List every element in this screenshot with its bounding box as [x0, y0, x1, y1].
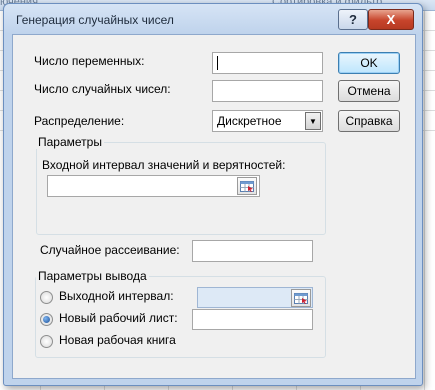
- input-range-select-button[interactable]: [237, 177, 257, 195]
- new-workbook-label[interactable]: Новая рабочая книга: [59, 333, 176, 347]
- ok-button[interactable]: OK: [338, 52, 400, 74]
- range-select-icon: [240, 180, 254, 192]
- new-worksheet-input[interactable]: [192, 309, 313, 330]
- output-range-select-button[interactable]: [291, 289, 311, 307]
- dialog-body: Число переменных: Число случайных чисел:…: [12, 34, 416, 379]
- text-cursor: [217, 56, 218, 70]
- distribution-label: Распределение:: [34, 114, 125, 128]
- titlebar-help-button[interactable]: ?: [338, 9, 368, 30]
- cancel-button[interactable]: Отмена: [338, 80, 400, 102]
- random-seed-label: Случайное рассеивание:: [40, 243, 180, 257]
- num-random-input[interactable]: [212, 80, 323, 102]
- titlebar-close-button[interactable]: X: [368, 9, 414, 30]
- random-number-generation-dialog: Генерация случайных чисел ? X Число пере…: [3, 3, 423, 386]
- grid-line: [424, 11, 425, 390]
- close-icon: X: [386, 12, 396, 27]
- dialog-title: Генерация случайных чисел: [16, 13, 174, 27]
- new-workbook-radio[interactable]: [40, 335, 53, 348]
- output-range-label[interactable]: Выходной интервал:: [59, 289, 174, 303]
- new-worksheet-label[interactable]: Новый рабочий лист:: [59, 311, 178, 325]
- help-button[interactable]: Справка: [338, 110, 400, 132]
- output-range-radio[interactable]: [40, 291, 53, 304]
- num-variables-label: Число переменных:: [34, 54, 145, 68]
- input-range-label: Входной интервал значений и верятностей:: [42, 158, 286, 172]
- random-seed-input[interactable]: [192, 240, 313, 262]
- new-worksheet-radio[interactable]: [40, 313, 53, 326]
- dialog-titlebar[interactable]: Генерация случайных чисел ? X: [4, 4, 422, 34]
- distribution-selected-value: Дискретное: [217, 114, 282, 128]
- distribution-select[interactable]: Дискретное ▼: [212, 110, 323, 132]
- output-options-group-title: Параметры вывода: [36, 269, 149, 283]
- question-mark-icon: ?: [349, 12, 357, 27]
- num-random-label: Число случайных чисел:: [34, 82, 171, 96]
- chevron-down-icon[interactable]: ▼: [305, 112, 321, 130]
- parameters-group-title: Параметры: [36, 135, 104, 149]
- num-variables-input[interactable]: [212, 52, 323, 74]
- range-select-icon: [294, 292, 308, 304]
- input-range-input[interactable]: [47, 175, 260, 197]
